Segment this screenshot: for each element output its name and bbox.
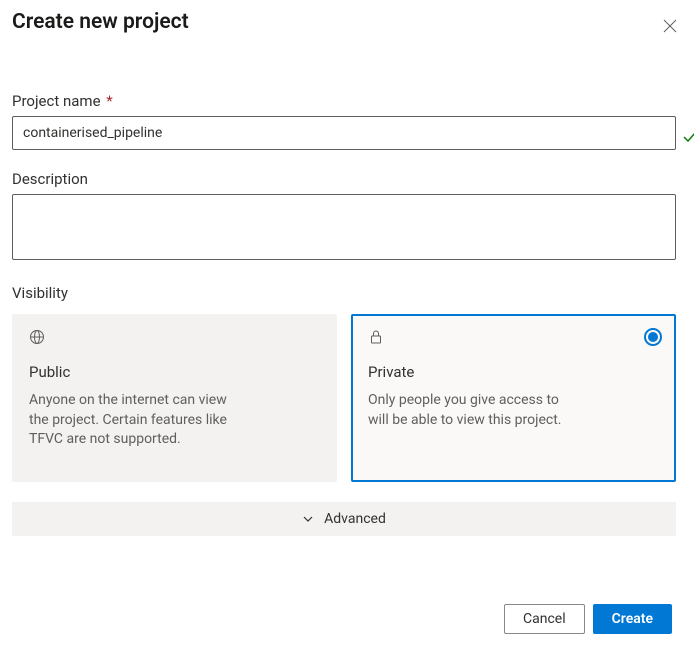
chevron-down-icon: [302, 513, 314, 525]
check-icon: [682, 130, 694, 148]
close-icon: [663, 19, 677, 33]
visibility-label: Visibility: [12, 284, 686, 302]
visibility-option-public[interactable]: Public Anyone on the internet can view t…: [12, 314, 337, 482]
radio-selected-icon: [644, 328, 662, 346]
project-name-label: Project name *: [12, 92, 686, 110]
panel-title: Create new project: [12, 10, 189, 34]
create-project-panel: Create new project Project name * Descri…: [0, 0, 694, 652]
visibility-group: Visibility Public Anyone on the internet…: [12, 284, 686, 482]
project-name-label-text: Project name: [12, 92, 101, 110]
panel-header: Create new project: [12, 10, 686, 42]
visibility-private-desc: Only people you give access to will be a…: [368, 391, 568, 430]
description-group: Description: [12, 170, 686, 264]
create-button[interactable]: Create: [593, 604, 672, 634]
close-button[interactable]: [654, 10, 686, 42]
visibility-option-private[interactable]: Private Only people you give access to w…: [351, 314, 676, 482]
project-name-input[interactable]: [12, 116, 676, 150]
advanced-label: Advanced: [324, 511, 386, 527]
globe-icon: [29, 329, 320, 349]
visibility-options: Public Anyone on the internet can view t…: [12, 314, 676, 482]
advanced-toggle[interactable]: Advanced: [12, 502, 676, 536]
visibility-public-desc: Anyone on the internet can view the proj…: [29, 391, 229, 450]
description-input[interactable]: [12, 194, 676, 260]
lock-icon: [368, 329, 659, 349]
project-name-group: Project name *: [12, 92, 686, 150]
footer-actions: Cancel Create: [504, 604, 672, 634]
required-asterisk: *: [103, 92, 113, 110]
cancel-button[interactable]: Cancel: [504, 604, 585, 634]
visibility-public-title: Public: [29, 363, 320, 381]
description-label: Description: [12, 170, 686, 188]
visibility-private-title: Private: [368, 363, 659, 381]
